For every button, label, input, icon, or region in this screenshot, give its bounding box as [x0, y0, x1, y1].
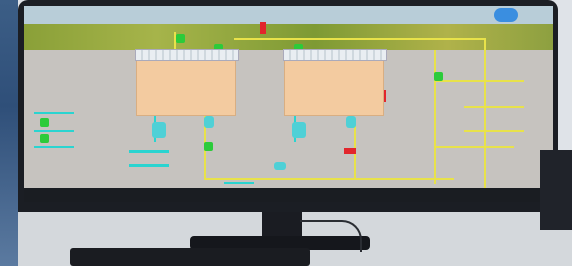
pipe	[464, 130, 524, 132]
valve-icon	[40, 134, 49, 143]
logo-badge	[494, 8, 518, 22]
screen-header	[24, 6, 553, 24]
valve-icon	[344, 148, 356, 154]
pipe	[204, 178, 454, 180]
pipe	[484, 38, 486, 188]
background-wall	[0, 0, 18, 266]
pipe	[434, 146, 514, 148]
pipe	[434, 80, 524, 82]
pipe	[224, 182, 254, 184]
keyboard	[70, 248, 310, 266]
pipe	[129, 164, 169, 167]
tank	[283, 49, 387, 116]
pump-icon	[274, 162, 286, 170]
tank-cover	[283, 49, 387, 61]
pipe	[234, 38, 484, 40]
valve-icon	[260, 22, 266, 34]
screen-taskbar	[24, 188, 553, 202]
tank	[135, 49, 239, 116]
pipe	[34, 130, 74, 132]
scada-background-strip	[24, 24, 553, 50]
pipe	[34, 112, 74, 114]
pipe	[129, 150, 169, 153]
pump-icon	[346, 116, 356, 128]
pipe	[434, 50, 436, 184]
background-object	[540, 150, 572, 230]
valve-icon	[204, 142, 213, 151]
tank-cover	[135, 49, 239, 61]
pump-icon	[292, 122, 306, 138]
pump-icon	[152, 122, 166, 138]
pump-icon	[204, 116, 214, 128]
valve-icon	[176, 34, 185, 43]
pipe	[34, 146, 74, 148]
pipe	[464, 106, 524, 108]
valve-icon	[40, 118, 49, 127]
monitor-screen	[24, 6, 553, 202]
valve-icon	[434, 72, 443, 81]
cable	[300, 220, 362, 252]
photo	[0, 0, 572, 266]
